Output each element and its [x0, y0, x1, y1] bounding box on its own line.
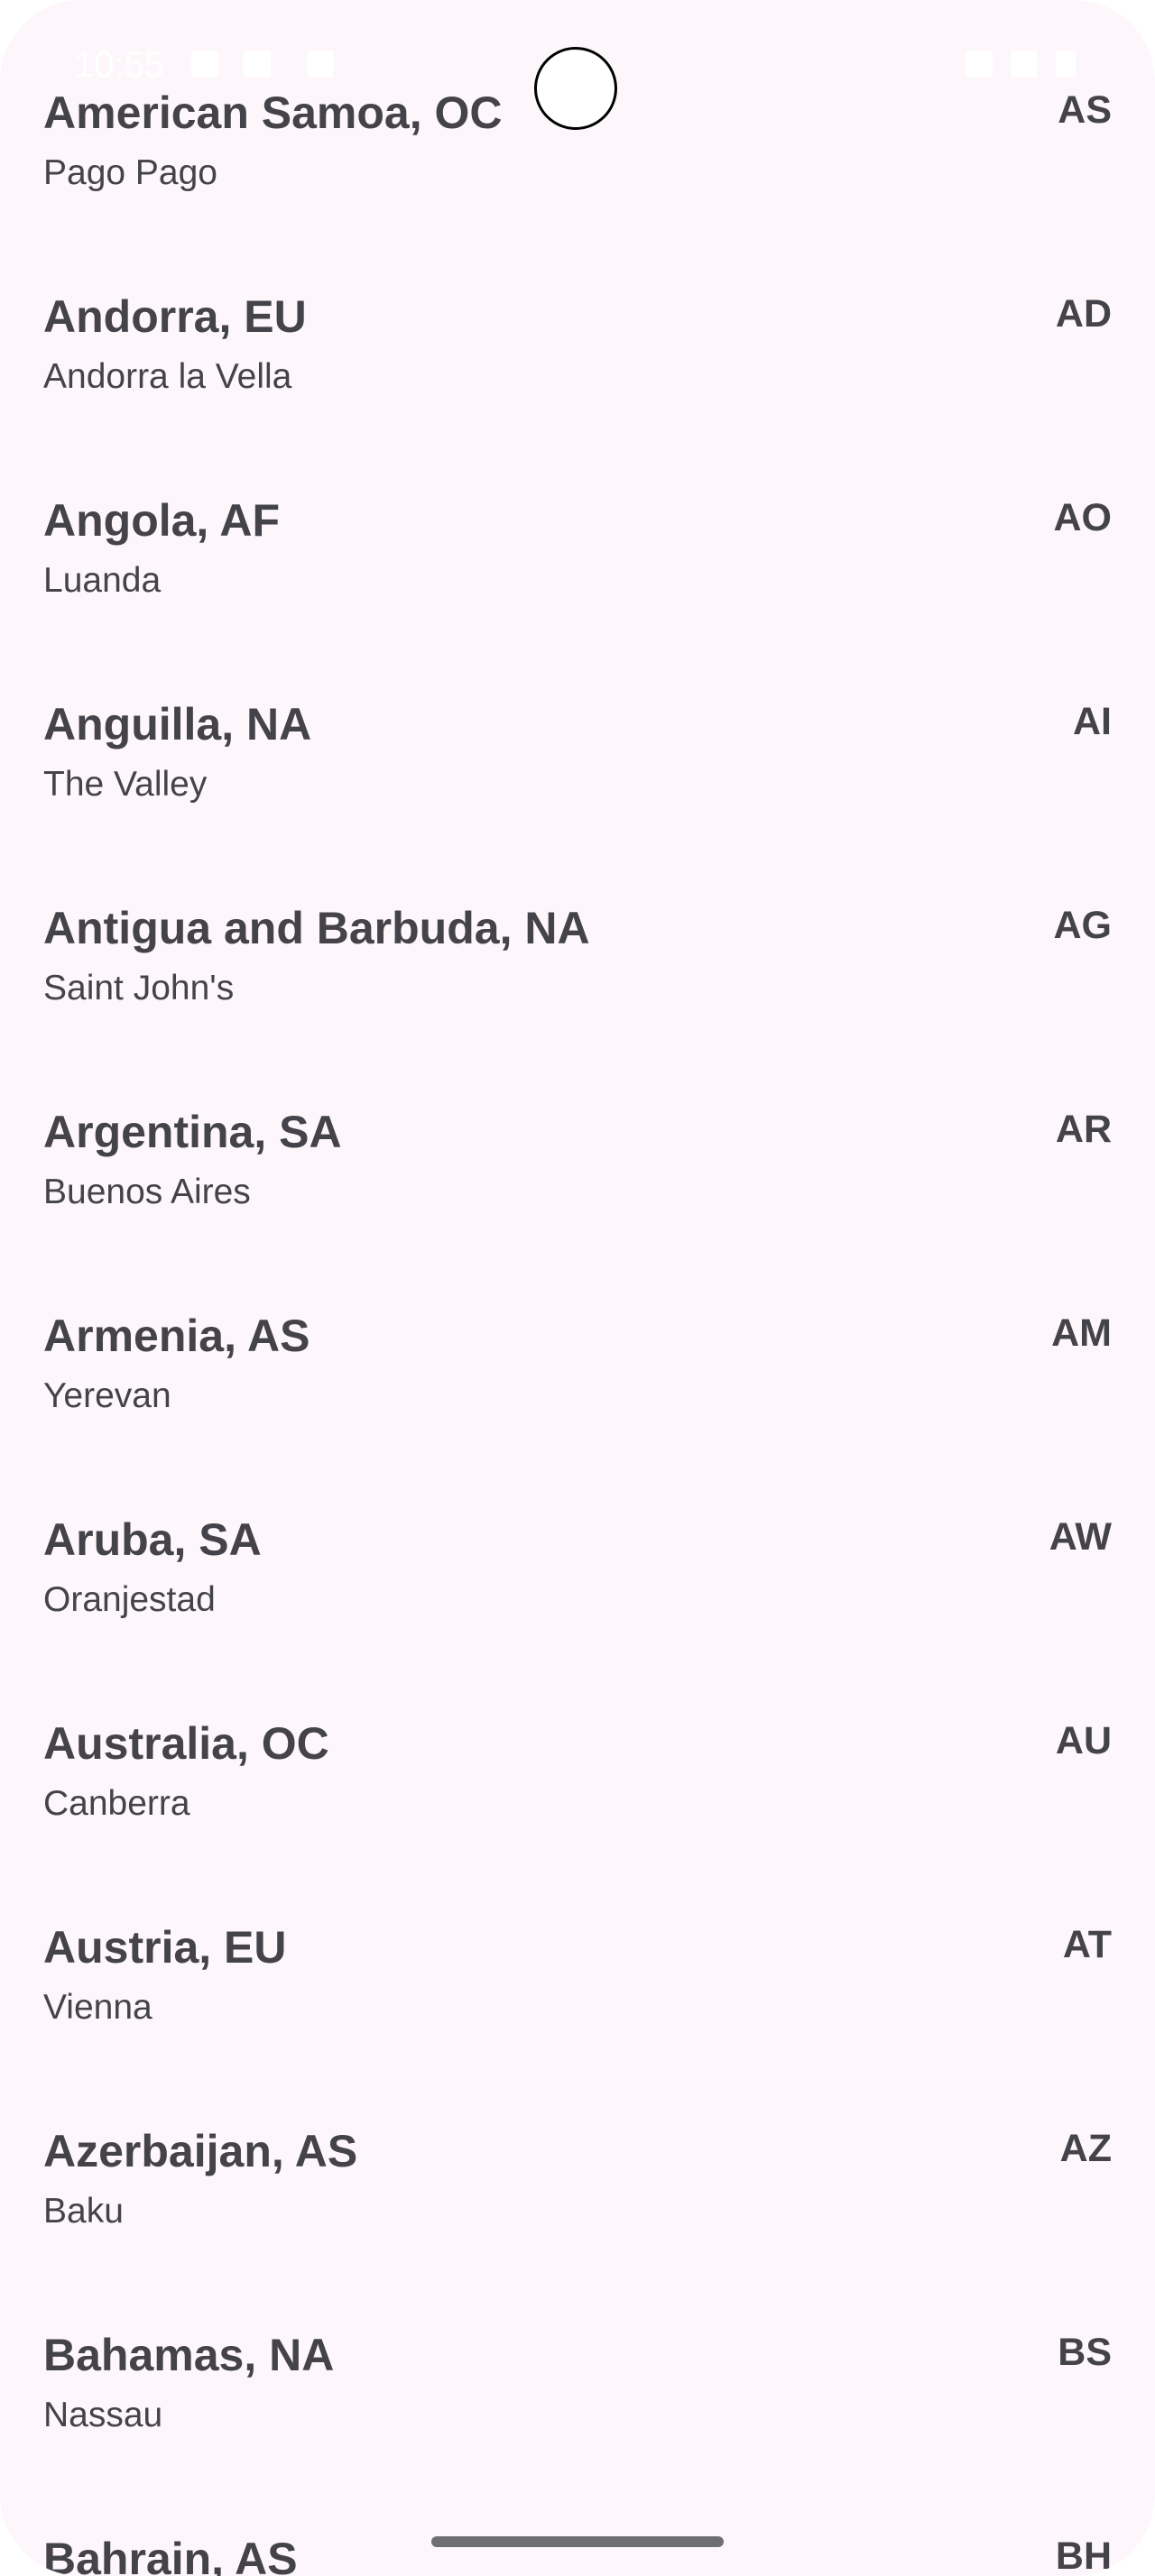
list-item[interactable]: Australia, OC Canberra AU — [0, 1631, 1155, 1835]
country-name: Bahrain, AS — [43, 2534, 298, 2576]
list-item[interactable]: Antigua and Barbuda, NA Saint John's AG — [0, 815, 1155, 1019]
country-code: AM — [1051, 1311, 1112, 1355]
country-code: AW — [1049, 1515, 1112, 1559]
country-capital: Luanda — [43, 561, 162, 600]
country-code: AG — [1053, 904, 1113, 947]
country-code: BH — [1055, 2535, 1112, 2576]
shield-icon — [191, 51, 218, 78]
country-capital: Baku — [43, 2192, 124, 2231]
list-item[interactable]: Bahamas, NA Nassau BS — [0, 2242, 1155, 2446]
country-capital: Pago Pago — [43, 153, 218, 192]
list-item[interactable]: Bahrain, AS BH — [0, 2446, 1155, 2576]
wifi-icon — [966, 51, 993, 78]
country-capital: Vienna — [43, 1988, 152, 2027]
country-capital: The Valley — [43, 765, 208, 804]
list-item[interactable]: Austria, EU Vienna AT — [0, 1835, 1155, 2038]
country-capital: Saint John's — [43, 969, 235, 1007]
country-name: Australia, OC — [43, 1718, 329, 1769]
country-code: AD — [1055, 292, 1112, 336]
country-name: Andorra, EU — [43, 291, 307, 342]
country-capital: Andorra la Vella — [43, 357, 292, 396]
list-item[interactable]: Angola, AF Luanda AO — [0, 408, 1155, 612]
country-name: Anguilla, NA — [43, 699, 312, 750]
status-time: 10:55 — [74, 45, 165, 85]
country-code: AT — [1062, 1923, 1112, 1966]
country-name: Austria, EU — [43, 1922, 287, 1973]
country-capital: Canberra — [43, 1784, 190, 1823]
country-capital: Buenos Aires — [43, 1173, 251, 1211]
country-code: BS — [1058, 2331, 1112, 2374]
list-item[interactable]: Aruba, SA Oranjestad AW — [0, 1427, 1155, 1631]
front-camera — [534, 47, 617, 130]
sd-card-icon — [244, 51, 271, 78]
list-item[interactable]: Argentina, SA Buenos Aires AR — [0, 1019, 1155, 1223]
list-item[interactable]: Armenia, AS Yerevan AM — [0, 1223, 1155, 1427]
country-name: Azerbaijan, AS — [43, 2126, 358, 2176]
country-code: AO — [1053, 496, 1113, 539]
country-code: AZ — [1059, 2127, 1112, 2170]
list-item[interactable]: Andorra, EU Andorra la Vella AD — [0, 204, 1155, 408]
country-name: Antigua and Barbuda, NA — [43, 903, 590, 953]
battery-icon — [1056, 51, 1076, 78]
country-capital: Yerevan — [43, 1376, 171, 1415]
notification-icon — [307, 51, 334, 78]
country-code: AI — [1073, 700, 1112, 743]
country-name: Armenia, AS — [43, 1311, 310, 1361]
signal-icon — [1011, 51, 1038, 78]
country-code: AU — [1055, 1719, 1112, 1762]
phone-screen: 10:55 American Samoa, OC Pago Pago AS An… — [0, 0, 1155, 2576]
country-name: Aruba, SA — [43, 1514, 262, 1565]
country-name: Bahamas, NA — [43, 2330, 335, 2380]
country-code: AR — [1055, 1108, 1112, 1151]
list-item[interactable]: Anguilla, NA The Valley AI — [0, 612, 1155, 815]
gesture-navigation-bar[interactable] — [431, 2536, 724, 2547]
list-item[interactable]: Azerbaijan, AS Baku AZ — [0, 2038, 1155, 2242]
country-capital: Nassau — [43, 2396, 163, 2434]
country-capital: Oranjestad — [43, 1580, 216, 1619]
country-name: Angola, AF — [43, 495, 281, 546]
country-name: Argentina, SA — [43, 1107, 342, 1157]
